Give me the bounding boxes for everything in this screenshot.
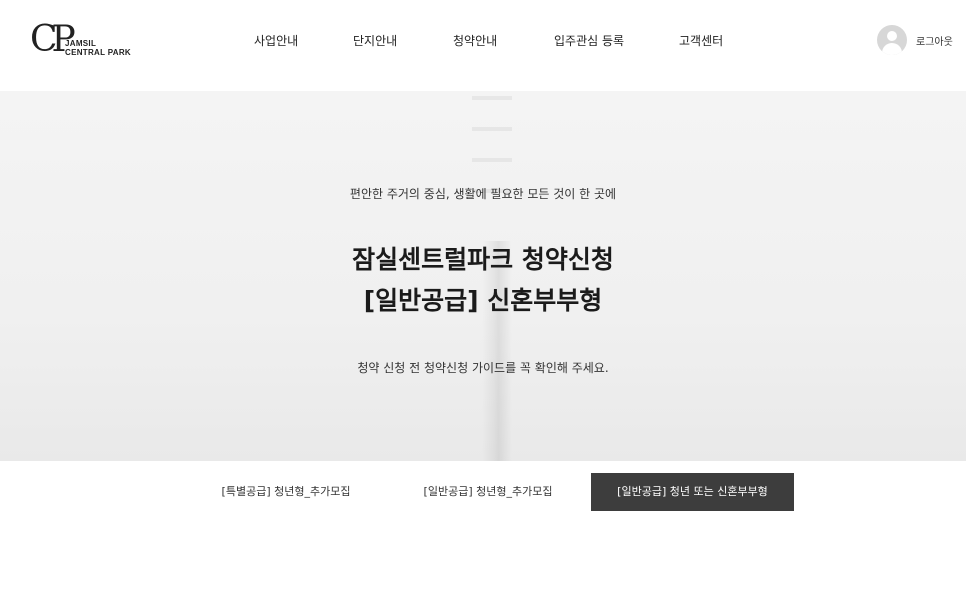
tab-special-supply-youth[interactable]: [특별공급] 청년형_추가모집 xyxy=(196,473,376,511)
logo-text: JAMSIL CENTRAL PARK xyxy=(65,39,131,57)
user-menu[interactable]: 로그아웃 xyxy=(877,24,953,56)
hero-title-line-1: 잠실센트럴파크 청약신청 xyxy=(352,245,614,274)
supply-type-tabs: [특별공급] 청년형_추가모집 [일반공급] 청년형_추가모집 [일반공급] 청… xyxy=(0,461,966,591)
background-line xyxy=(472,127,512,131)
hero-title: 잠실센트럴파크 청약신청 [일반공급] 신혼부부형 xyxy=(0,239,966,321)
tab-general-supply-youth[interactable]: [일반공급] 청년형_추가모집 xyxy=(400,473,576,511)
hero-banner: 편안한 주거의 중심, 생활에 필요한 모든 것이 한 곳에 잠실센트럴파크 청… xyxy=(0,91,966,461)
logo-mark: CP xyxy=(30,19,76,60)
nav-item-complex[interactable]: 단지안내 xyxy=(353,32,397,49)
nav-item-business[interactable]: 사업안내 xyxy=(254,32,298,49)
site-header: CP JAMSIL CENTRAL PARK 사업안내 단지안내 청약안내 입주… xyxy=(0,0,966,91)
logout-link[interactable]: 로그아웃 xyxy=(916,33,953,48)
avatar-body xyxy=(882,43,902,55)
avatar-head xyxy=(887,31,897,41)
hero-guide-note: 청약 신청 전 청약신청 가이드를 꼭 확인해 주세요. xyxy=(357,361,609,375)
logo-line-2: CENTRAL PARK xyxy=(65,48,131,57)
hero-subtitle: 편안한 주거의 중심, 생활에 필요한 모든 것이 한 곳에 xyxy=(349,187,617,201)
tab-general-supply-youth-or-newlywed[interactable]: [일반공급] 청년 또는 신혼부부형 xyxy=(591,473,794,511)
background-line xyxy=(472,96,512,100)
user-avatar-icon[interactable] xyxy=(877,25,907,55)
nav-item-interest-registration[interactable]: 입주관심 등록 xyxy=(554,32,624,49)
nav-item-subscription[interactable]: 청약안내 xyxy=(453,32,497,49)
background-line xyxy=(472,158,512,162)
site-logo[interactable]: CP JAMSIL CENTRAL PARK xyxy=(30,20,150,64)
hero-title-line-2: [일반공급] 신혼부부형 xyxy=(363,286,603,315)
nav-item-customer-center[interactable]: 고객센터 xyxy=(679,32,723,49)
logo-line-1: JAMSIL xyxy=(65,39,97,48)
